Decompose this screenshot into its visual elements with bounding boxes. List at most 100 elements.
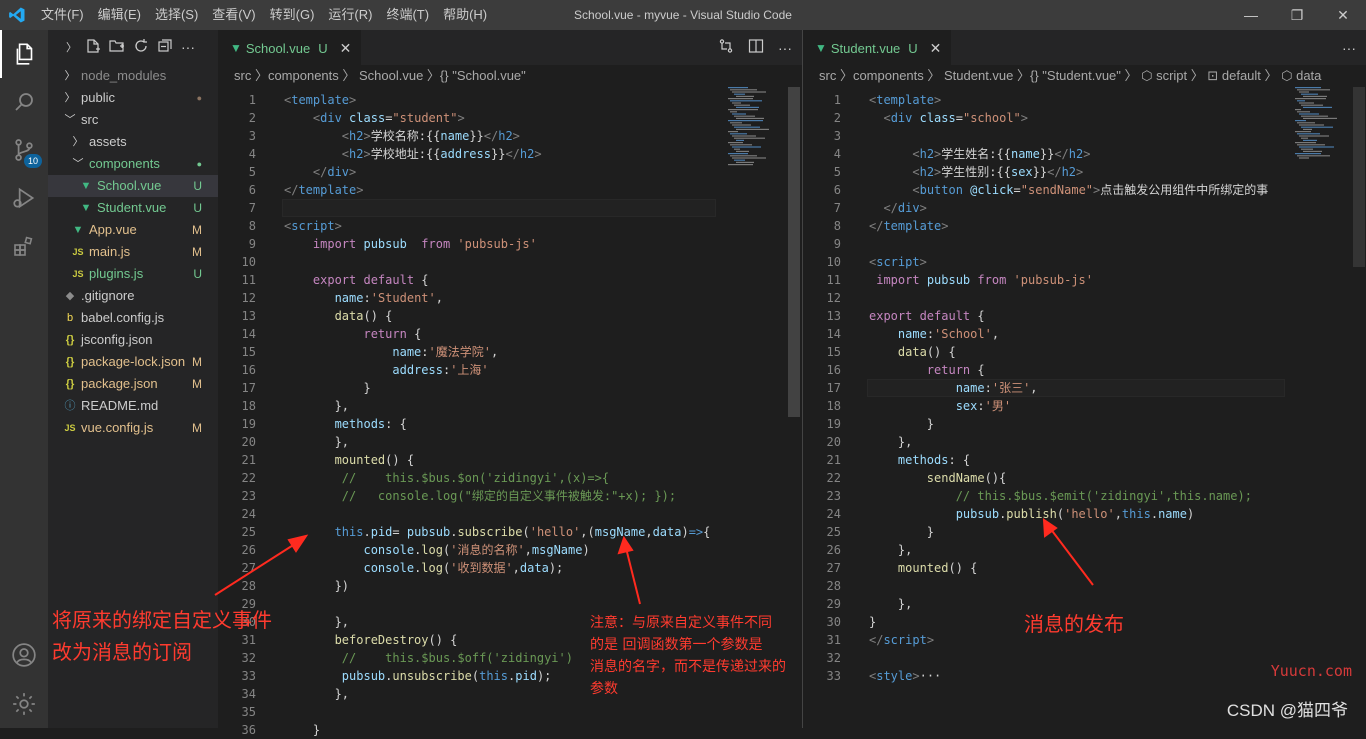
code-token: // this.$bus.$emit('zidingyi',this.name)… xyxy=(955,489,1252,503)
vertical-scrollbar[interactable] xyxy=(788,87,800,417)
code-line: 11 import pubsub from 'pubsub-js' xyxy=(803,271,1285,289)
code-text: console.log('收到数据',data); xyxy=(284,559,563,577)
code-token: ) xyxy=(681,525,689,539)
menu-item[interactable]: 文件(F) xyxy=(34,0,91,30)
tree-item-package-json[interactable]: {} package.json M xyxy=(48,373,218,395)
minimap[interactable] xyxy=(726,87,786,387)
code-line: 7 xyxy=(218,199,718,217)
menu-item[interactable]: 转到(G) xyxy=(263,0,322,30)
tree-item-school-vue[interactable]: ▼ School.vue U xyxy=(48,175,218,197)
tree-item-src[interactable]: ﹀ src xyxy=(48,109,218,131)
right-tab-bar: ▼ Student.vue U ✕ ··· xyxy=(803,30,1366,65)
minimap-line xyxy=(1299,124,1324,126)
code-text: <button @click="sendName">点击触发公用组件中所绑定的事 xyxy=(869,181,1268,199)
tree-item-gitignore[interactable]: ◆ .gitignore xyxy=(48,285,218,307)
vertical-scrollbar[interactable] xyxy=(1353,87,1365,267)
code-token: > xyxy=(349,165,357,179)
tree-item-babel-config-js[interactable]: b babel.config.js xyxy=(48,307,218,329)
code-token: { xyxy=(414,327,422,341)
tree-item-jsconfig-json[interactable]: {} jsconfig.json xyxy=(48,329,218,351)
settings-gear-icon[interactable] xyxy=(0,680,48,728)
menu-item[interactable]: 选择(S) xyxy=(148,0,205,30)
split-editor-icon[interactable] xyxy=(748,38,764,57)
code-token: ); xyxy=(536,669,552,683)
code-text: pubsub.publish('hello',this.name) xyxy=(869,505,1195,523)
restore-button[interactable]: ❐ xyxy=(1274,0,1320,30)
compare-changes-icon[interactable] xyxy=(718,38,734,57)
tree-item-package-lock-json[interactable]: {} package-lock.json M xyxy=(48,351,218,373)
more-actions-icon[interactable]: ··· xyxy=(1342,40,1356,56)
close-window-button[interactable]: ✕ xyxy=(1320,0,1366,30)
refresh-icon[interactable] xyxy=(133,38,149,57)
new-folder-icon[interactable] xyxy=(109,38,125,57)
tree-item-node-modules[interactable]: 〉 node_modules xyxy=(48,65,218,87)
line-number: 26 xyxy=(826,543,841,557)
new-file-icon[interactable] xyxy=(85,38,101,57)
code-token: : xyxy=(926,327,935,341)
tree-item-vue-config-js[interactable]: JS vue.config.js M xyxy=(48,417,218,439)
close-tab-icon[interactable]: ✕ xyxy=(340,40,352,57)
menu-item[interactable]: 帮助(H) xyxy=(436,0,494,30)
code-token: pubsub xyxy=(363,237,422,251)
code-token: () { xyxy=(428,633,458,647)
tree-item-student-vue[interactable]: ▼ Student.vue U xyxy=(48,197,218,219)
minimap-line xyxy=(736,117,764,119)
menu-item[interactable]: 查看(V) xyxy=(205,0,262,30)
menu-item[interactable]: 编辑(E) xyxy=(91,0,148,30)
code-token: // this.$bus.$off('zidingyi') xyxy=(341,651,573,665)
tree-item-plugins-js[interactable]: JS plugins.js U xyxy=(48,263,218,285)
minimize-button[interactable]: — xyxy=(1228,0,1274,30)
code-token: > xyxy=(363,147,371,161)
code-token: </ xyxy=(883,201,898,215)
more-actions-icon[interactable]: ··· xyxy=(181,39,195,55)
minimap-line xyxy=(734,126,760,128)
extensions-icon[interactable] xyxy=(0,222,48,270)
tree-item-label: babel.config.js xyxy=(81,310,165,325)
tab-school-vue[interactable]: ▼ School.vue U ✕ xyxy=(218,30,362,65)
search-icon[interactable] xyxy=(0,78,48,126)
code-token: } xyxy=(363,381,371,395)
collapse-folder-chevron-icon[interactable]: 〉 xyxy=(66,39,77,55)
source-control-icon[interactable]: 10 xyxy=(0,126,48,174)
code-line: 17 name:'张三', xyxy=(803,379,1285,397)
tree-item-app-vue[interactable]: ▼ App.vue M xyxy=(48,219,218,241)
code-token: console xyxy=(363,543,415,557)
tab-student-vue[interactable]: ▼ Student.vue U ✕ xyxy=(803,30,952,65)
breadcrumb[interactable]: src 〉components 〉 School.vue 〉{} "School… xyxy=(218,65,802,87)
minimap[interactable] xyxy=(1293,87,1353,387)
more-actions-icon[interactable]: ··· xyxy=(778,40,792,56)
tree-item-assets[interactable]: 〉 assets xyxy=(48,131,218,153)
account-icon[interactable] xyxy=(0,631,48,679)
line-number: 11 xyxy=(826,273,841,287)
menu-item[interactable]: 终端(T) xyxy=(379,0,436,30)
window-controls: — ❐ ✕ xyxy=(1228,0,1366,30)
code-line: 19 } xyxy=(803,415,1285,433)
minimap-line xyxy=(1295,109,1301,111)
code-token: h2 xyxy=(519,147,535,161)
tree-item-readme-md[interactable]: ⓘ README.md xyxy=(48,395,218,417)
tab-label: Student.vue xyxy=(830,40,901,56)
files-icon[interactable] xyxy=(0,30,48,78)
close-tab-icon[interactable]: ✕ xyxy=(930,40,942,57)
js-file-icon: JS xyxy=(64,423,76,433)
breadcrumb[interactable]: src 〉components 〉 Student.vue 〉{} "Stude… xyxy=(803,65,1366,87)
minimap-line xyxy=(734,93,745,95)
line-number: 13 xyxy=(826,309,841,323)
code-line: 25 } xyxy=(803,523,1285,541)
minimap-line xyxy=(728,131,738,133)
code-line: 14 name:'School', xyxy=(803,325,1285,343)
collapse-all-icon[interactable] xyxy=(157,38,173,57)
tree-item-components[interactable]: ﹀ components ● xyxy=(48,153,218,175)
code-token: pubsub xyxy=(341,669,386,683)
run-debug-icon[interactable] xyxy=(0,174,48,222)
code-token: , xyxy=(991,327,1000,341)
tree-item-public[interactable]: 〉 public ● xyxy=(48,87,218,109)
code-text: } xyxy=(284,721,320,739)
menu-item[interactable]: 运行(R) xyxy=(321,0,379,30)
tree-item-main-js[interactable]: JS main.js M xyxy=(48,241,218,263)
code-token: template xyxy=(298,183,357,197)
